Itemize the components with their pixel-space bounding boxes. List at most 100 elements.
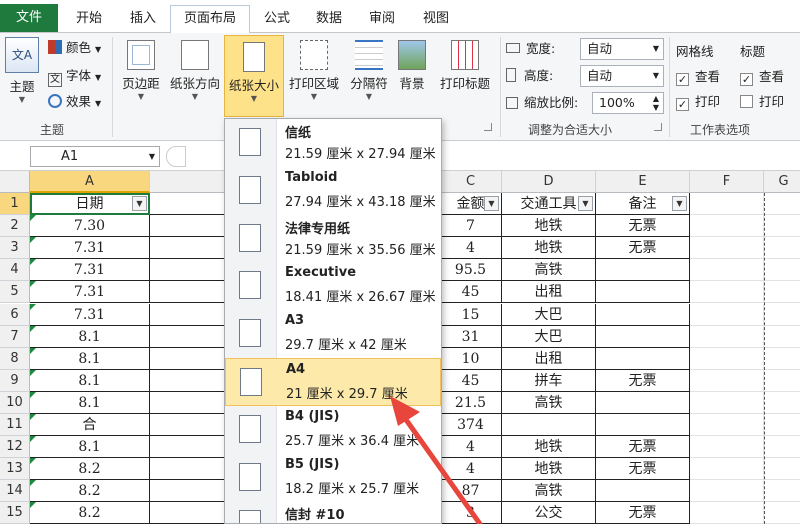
- table-cell[interactable]: 8.1: [30, 391, 150, 414]
- table-cell[interactable]: 地铁: [502, 237, 596, 260]
- tab-data[interactable]: 数据: [304, 6, 354, 32]
- table-cell[interactable]: [764, 436, 800, 459]
- themes-button[interactable]: 文A 主题 ▼: [2, 33, 42, 113]
- table-cell[interactable]: 出租: [502, 347, 596, 370]
- table-cell[interactable]: [502, 414, 596, 437]
- table-cell[interactable]: 无票: [596, 215, 690, 238]
- table-cell[interactable]: 7.31: [30, 281, 150, 304]
- table-cell[interactable]: 地铁: [502, 436, 596, 459]
- column-header-c[interactable]: C: [440, 171, 502, 193]
- width-select[interactable]: 自动 ▼: [580, 38, 664, 60]
- column-header-a[interactable]: A: [30, 171, 150, 193]
- gridlines-print-checkbox[interactable]: ✓ 打印: [676, 91, 720, 113]
- paper-size-option[interactable]: Executive 18.41 厘米 x 26.67 厘米: [225, 262, 441, 310]
- theme-fonts-button[interactable]: 文字体 ▼: [48, 65, 101, 87]
- filter-dropdown-icon[interactable]: ▼: [484, 196, 499, 211]
- tab-formulas[interactable]: 公式: [252, 6, 302, 32]
- theme-colors-button[interactable]: 颜色 ▼: [48, 37, 101, 59]
- dialog-launcher-icon[interactable]: [654, 123, 662, 131]
- table-cell[interactable]: 8.1: [30, 369, 150, 392]
- table-cell[interactable]: [690, 259, 764, 282]
- table-cell[interactable]: [690, 480, 764, 503]
- table-cell[interactable]: [764, 215, 800, 238]
- table-cell[interactable]: 高铁: [502, 391, 596, 414]
- paper-size-option[interactable]: A3 29.7 厘米 x 42 厘米: [225, 310, 441, 358]
- table-cell[interactable]: 无票: [596, 502, 690, 524]
- tab-review[interactable]: 审阅: [356, 6, 408, 32]
- table-cell[interactable]: 31: [440, 325, 502, 348]
- paper-size-option[interactable]: Tabloid 27.94 厘米 x 43.18 厘米: [225, 167, 441, 215]
- table-cell[interactable]: 大巴: [502, 325, 596, 348]
- row-header[interactable]: 13: [0, 458, 30, 481]
- column-header-f[interactable]: F: [690, 171, 764, 193]
- filter-dropdown-icon[interactable]: ▼: [132, 196, 147, 211]
- tab-home[interactable]: 开始: [62, 6, 116, 32]
- table-cell[interactable]: [764, 414, 800, 437]
- margins-button[interactable]: 页边距 ▼: [116, 33, 166, 113]
- table-cell[interactable]: 公交: [502, 502, 596, 524]
- scale-spinner[interactable]: 100% ▲ ▼: [592, 92, 664, 114]
- table-cell[interactable]: [690, 502, 764, 524]
- table-cell[interactable]: [764, 193, 800, 216]
- table-cell[interactable]: [596, 347, 690, 370]
- table-cell[interactable]: 备注 ▼: [596, 193, 690, 216]
- table-cell[interactable]: [690, 369, 764, 392]
- table-cell[interactable]: 8.2: [30, 458, 150, 481]
- table-cell[interactable]: [764, 502, 800, 524]
- table-cell[interactable]: [764, 392, 800, 414]
- table-cell[interactable]: [690, 347, 764, 370]
- paper-size-option[interactable]: 信纸 21.59 厘米 x 27.94 厘米: [225, 119, 441, 167]
- row-header[interactable]: 15: [0, 502, 30, 524]
- table-cell[interactable]: [690, 237, 764, 260]
- print-area-button[interactable]: 打印区域 ▼: [286, 33, 342, 113]
- table-cell[interactable]: 7: [440, 215, 502, 238]
- table-cell[interactable]: [690, 458, 764, 481]
- table-cell[interactable]: [596, 303, 690, 326]
- paper-size-button[interactable]: 纸张大小 ▼: [224, 35, 284, 117]
- table-cell[interactable]: 8.2: [30, 502, 150, 524]
- table-cell[interactable]: 95.5: [440, 259, 502, 282]
- spinner-arrows-icon[interactable]: ▲ ▼: [653, 94, 659, 112]
- table-cell[interactable]: 7.30: [30, 215, 150, 238]
- table-cell[interactable]: [596, 325, 690, 348]
- tab-file[interactable]: 文件: [0, 4, 58, 32]
- table-cell[interactable]: 15: [440, 303, 502, 326]
- table-cell[interactable]: 拼车: [502, 369, 596, 392]
- table-cell[interactable]: [596, 281, 690, 304]
- table-cell[interactable]: [764, 281, 800, 304]
- tab-page-layout[interactable]: 页面布局: [170, 5, 250, 34]
- table-cell[interactable]: 4: [440, 237, 502, 260]
- table-cell[interactable]: 出租: [502, 281, 596, 304]
- table-cell[interactable]: 金额 ▼: [440, 193, 502, 216]
- breaks-button[interactable]: 分隔符 ▼: [344, 33, 394, 113]
- row-header[interactable]: 12: [0, 436, 30, 459]
- table-cell[interactable]: [596, 259, 690, 282]
- filter-dropdown-icon[interactable]: ▼: [578, 196, 593, 211]
- table-cell[interactable]: [764, 480, 800, 503]
- row-header[interactable]: 6: [0, 303, 30, 326]
- table-cell[interactable]: [690, 414, 764, 437]
- row-header[interactable]: 11: [0, 414, 30, 437]
- print-titles-button[interactable]: 打印标题: [434, 33, 496, 113]
- theme-effects-button[interactable]: 效果 ▼: [48, 91, 101, 113]
- table-cell[interactable]: [690, 193, 764, 216]
- dialog-launcher-icon[interactable]: [484, 123, 492, 131]
- table-cell[interactable]: 8.1: [30, 436, 150, 459]
- table-cell[interactable]: [690, 215, 764, 238]
- table-cell[interactable]: 无票: [596, 369, 690, 392]
- column-header-d[interactable]: D: [502, 171, 596, 193]
- table-cell[interactable]: 10: [440, 347, 502, 370]
- table-cell[interactable]: [764, 370, 800, 392]
- table-cell[interactable]: 地铁: [502, 215, 596, 238]
- headings-view-checkbox[interactable]: ✓ 查看: [740, 66, 784, 88]
- table-cell[interactable]: [764, 348, 800, 370]
- row-header[interactable]: 8: [0, 347, 30, 370]
- table-cell[interactable]: 日期 ▼: [30, 193, 150, 216]
- table-cell[interactable]: 8.2: [30, 480, 150, 503]
- table-cell[interactable]: [764, 304, 800, 326]
- gridlines-view-checkbox[interactable]: ✓ 查看: [676, 66, 720, 88]
- select-all-corner[interactable]: [0, 171, 30, 193]
- table-cell[interactable]: 合: [30, 414, 150, 437]
- table-cell[interactable]: 7.31: [30, 303, 150, 326]
- table-cell[interactable]: [596, 391, 690, 414]
